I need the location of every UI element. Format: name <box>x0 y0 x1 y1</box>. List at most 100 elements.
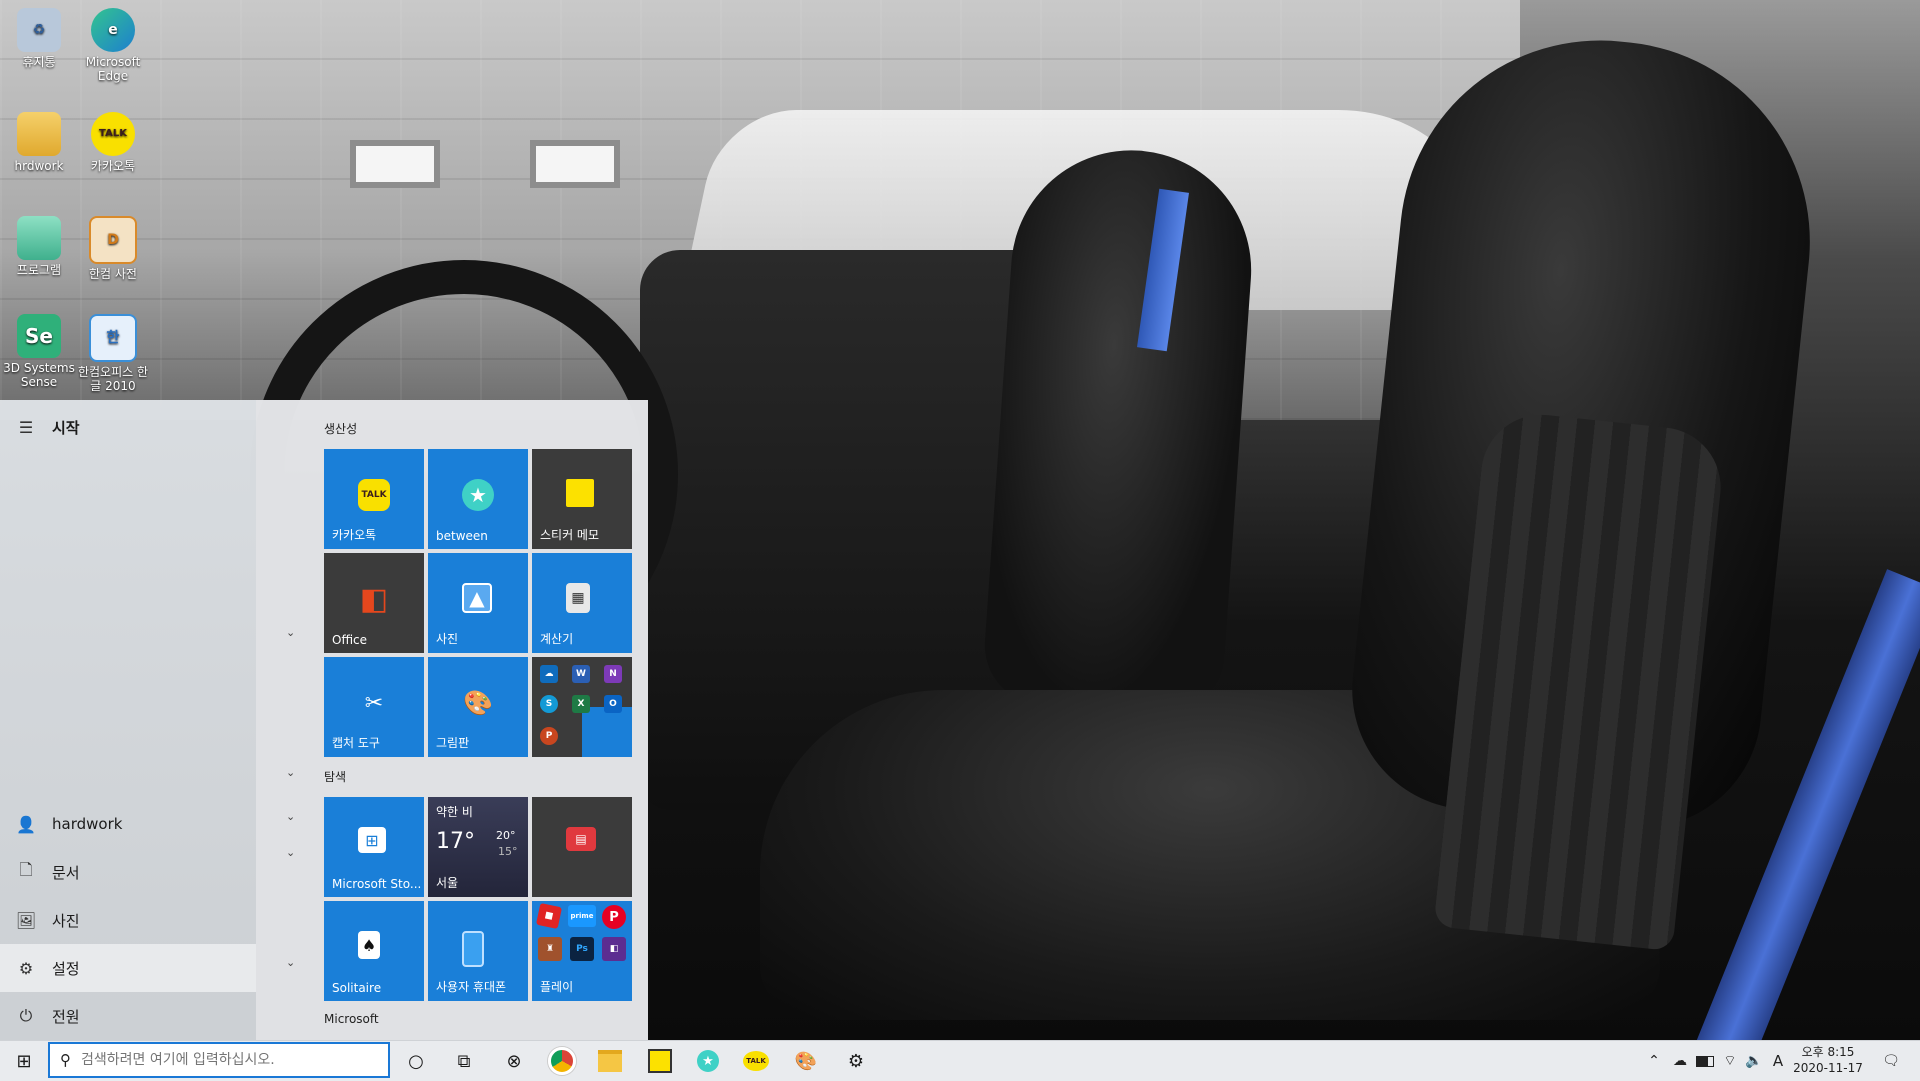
desktop-icon-3d-systems-sense[interactable]: Se 3D Systems Sense <box>0 310 78 389</box>
nav-pictures[interactable]: 🖼 사진 <box>0 896 256 944</box>
tray-notification-center[interactable]: 🗨 <box>1876 1041 1906 1081</box>
taskbar-chrome[interactable] <box>538 1041 586 1081</box>
nav-label: 전원 <box>52 1007 80 1026</box>
tile-group-label-productivity[interactable]: 생산성 <box>324 420 357 437</box>
folder-icon <box>17 216 61 260</box>
tile-sticky-notes[interactable]: 스티커 메모 <box>532 449 632 549</box>
wifi-icon: ⌔ <box>1723 1053 1737 1069</box>
desktop-icon-hangul-2010[interactable]: 한 한컴오피스 한글 2010 <box>74 310 152 393</box>
tray-volume[interactable]: 🔈 <box>1742 1041 1766 1081</box>
desktop-icon-label: 한컴 사전 <box>89 267 137 281</box>
desktop-icon-programs[interactable]: 프로그램 <box>0 212 78 277</box>
desktop-icon-recycle-bin[interactable]: ♻ 휴지통 <box>0 4 78 69</box>
weather-low: 15° <box>498 845 518 858</box>
tile-paint[interactable]: 🎨 그림판 <box>428 657 528 757</box>
tray-network[interactable]: ⌔ <box>1718 1041 1742 1081</box>
tile-play-folder[interactable]: ■ prime P ♜ Ps ◧ 플레이 <box>532 901 632 1001</box>
gear-icon: ⚙ <box>847 1050 865 1072</box>
tray-battery[interactable] <box>1692 1041 1718 1081</box>
wallpaper-light <box>350 140 440 188</box>
news-icon: ▤ <box>566 827 596 851</box>
task-view-button[interactable]: ⧉ <box>440 1041 488 1081</box>
phone-icon <box>462 931 484 967</box>
tile-photos[interactable]: ▲ 사진 <box>428 553 528 653</box>
tile-solitaire[interactable]: ♠ Solitaire <box>324 901 424 1001</box>
desktop-icon-label: Microsoft Edge <box>85 55 141 83</box>
tile-weather[interactable]: 약한 비 17° 20° 15° 서울 <box>428 797 528 897</box>
taskbar-search-box[interactable]: ⚲ <box>48 1042 390 1078</box>
tray-show-hidden-icons[interactable]: ⌃ <box>1642 1041 1666 1081</box>
tile-your-phone[interactable]: 사용자 휴대폰 <box>428 901 528 1001</box>
tile-calculator[interactable]: ▦ 계산기 <box>532 553 632 653</box>
tray-ime-indicator[interactable]: A <box>1766 1041 1790 1081</box>
onenote-icon: N <box>604 665 622 683</box>
excel-icon: X <box>572 695 590 713</box>
chevron-down-icon[interactable]: ⌄ <box>286 766 295 779</box>
tile-news[interactable]: ▤ <box>532 797 632 897</box>
nav-settings[interactable]: ⚙ 설정 <box>0 944 256 992</box>
tile-snipping-tool[interactable]: ✂ 캡처 도구 <box>324 657 424 757</box>
tray-clock[interactable]: 오후 8:15 2020-11-17 <box>1790 1044 1866 1076</box>
weather-temp: 17° <box>436 829 475 854</box>
tile-label: 플레이 <box>540 980 574 994</box>
chrome-icon <box>548 1047 576 1075</box>
dictionary-icon: D <box>89 216 137 264</box>
nav-power[interactable]: ⏻ 전원 <box>0 992 256 1040</box>
cortana-icon: ○ <box>408 1050 424 1072</box>
start-button[interactable]: ⊞ <box>0 1041 48 1081</box>
taskbar: ⊞ ⚲ ○ ⧉ ⊗ ★ TALK 🎨 ⚙ ⌃ ☁ ⌔ <box>0 1040 1920 1081</box>
tile-between[interactable]: ★ between <box>428 449 528 549</box>
weather-condition: 약한 비 <box>436 805 473 819</box>
desktop-icon-label: 한컴오피스 한글 2010 <box>77 365 149 393</box>
tile-group-label-explore[interactable]: 탐색 <box>324 768 346 785</box>
between-icon: ★ <box>697 1050 719 1072</box>
taskbar-between[interactable]: ★ <box>684 1041 732 1081</box>
tile-microsoft-store[interactable]: ⊞ Microsoft Sto... <box>324 797 424 897</box>
office-icon: ◧ <box>359 581 389 617</box>
taskbar-file-explorer[interactable] <box>586 1041 634 1081</box>
playing-card-icon: ♠ <box>358 931 380 959</box>
cortana-button[interactable]: ○ <box>392 1041 440 1081</box>
document-icon: 🗋 <box>19 859 33 879</box>
start-menu-expand-button[interactable]: ☰ 시작 <box>0 403 256 451</box>
taskbar-paint[interactable]: 🎨 <box>782 1041 830 1081</box>
search-input[interactable] <box>79 1051 373 1069</box>
recycle-bin-icon: ♻ <box>17 8 61 52</box>
desktop-icon-edge[interactable]: e Microsoft Edge <box>74 4 152 83</box>
user-icon: 👤 <box>16 814 36 834</box>
store-bag-icon: ⊞ <box>358 827 386 853</box>
desktop-icon-label: 3D Systems Sense <box>3 361 75 389</box>
start-menu: ☰ 시작 👤 hardwork 🗋 문서 🖼 사진 ⚙ 설정 ⏻ 전원 ⌄ ⌄ … <box>0 400 648 1040</box>
kakaotalk-icon: TALK <box>743 1051 769 1071</box>
taskbar-settings[interactable]: ⚙ <box>832 1041 880 1081</box>
tile-office-apps-folder[interactable]: ☁ W N S X O P <box>532 657 632 757</box>
roblox-icon: ■ <box>535 902 563 930</box>
desktop-icon-hrdwork[interactable]: hrdwork <box>0 108 78 173</box>
calculator-icon: ▦ <box>566 583 590 613</box>
chevron-down-icon[interactable]: ⌄ <box>286 846 295 859</box>
search-icon: ⚲ <box>60 1051 71 1069</box>
tray-onedrive[interactable]: ☁ <box>1668 1041 1692 1081</box>
nav-label: 설정 <box>52 959 80 978</box>
chevron-down-icon[interactable]: ⌄ <box>286 626 295 639</box>
sticky-notes-icon <box>648 1049 672 1073</box>
taskbar-kakaotalk[interactable]: TALK <box>732 1041 780 1081</box>
power-icon: ⏻ <box>19 1006 33 1025</box>
chevron-down-icon[interactable]: ⌄ <box>286 810 295 823</box>
taskbar-sticky-notes[interactable] <box>636 1041 684 1081</box>
tile-office[interactable]: ◧ Office <box>324 553 424 653</box>
chevron-down-icon[interactable]: ⌄ <box>286 956 295 969</box>
notification-icon: 🗨 <box>1882 1053 1900 1069</box>
nav-documents[interactable]: 🗋 문서 <box>0 848 256 896</box>
ime-label: A <box>1772 1052 1784 1070</box>
taskbar-xbox[interactable]: ⊗ <box>490 1041 538 1081</box>
tile-kakaotalk[interactable]: TALK 카카오톡 <box>324 449 424 549</box>
desktop-icon-label: hrdwork <box>14 159 64 173</box>
tile-group-label-microsoft[interactable]: Microsoft <box>324 1012 379 1026</box>
desktop-icon-hancom-dictionary[interactable]: D 한컴 사전 <box>74 212 152 281</box>
nav-user-account[interactable]: 👤 hardwork <box>0 800 256 848</box>
xbox-icon: ⊗ <box>506 1050 522 1072</box>
weather-high: 20° <box>496 829 516 842</box>
tile-label: 그림판 <box>436 736 470 750</box>
desktop-icon-kakaotalk[interactable]: TALK 카카오톡 <box>74 108 152 173</box>
